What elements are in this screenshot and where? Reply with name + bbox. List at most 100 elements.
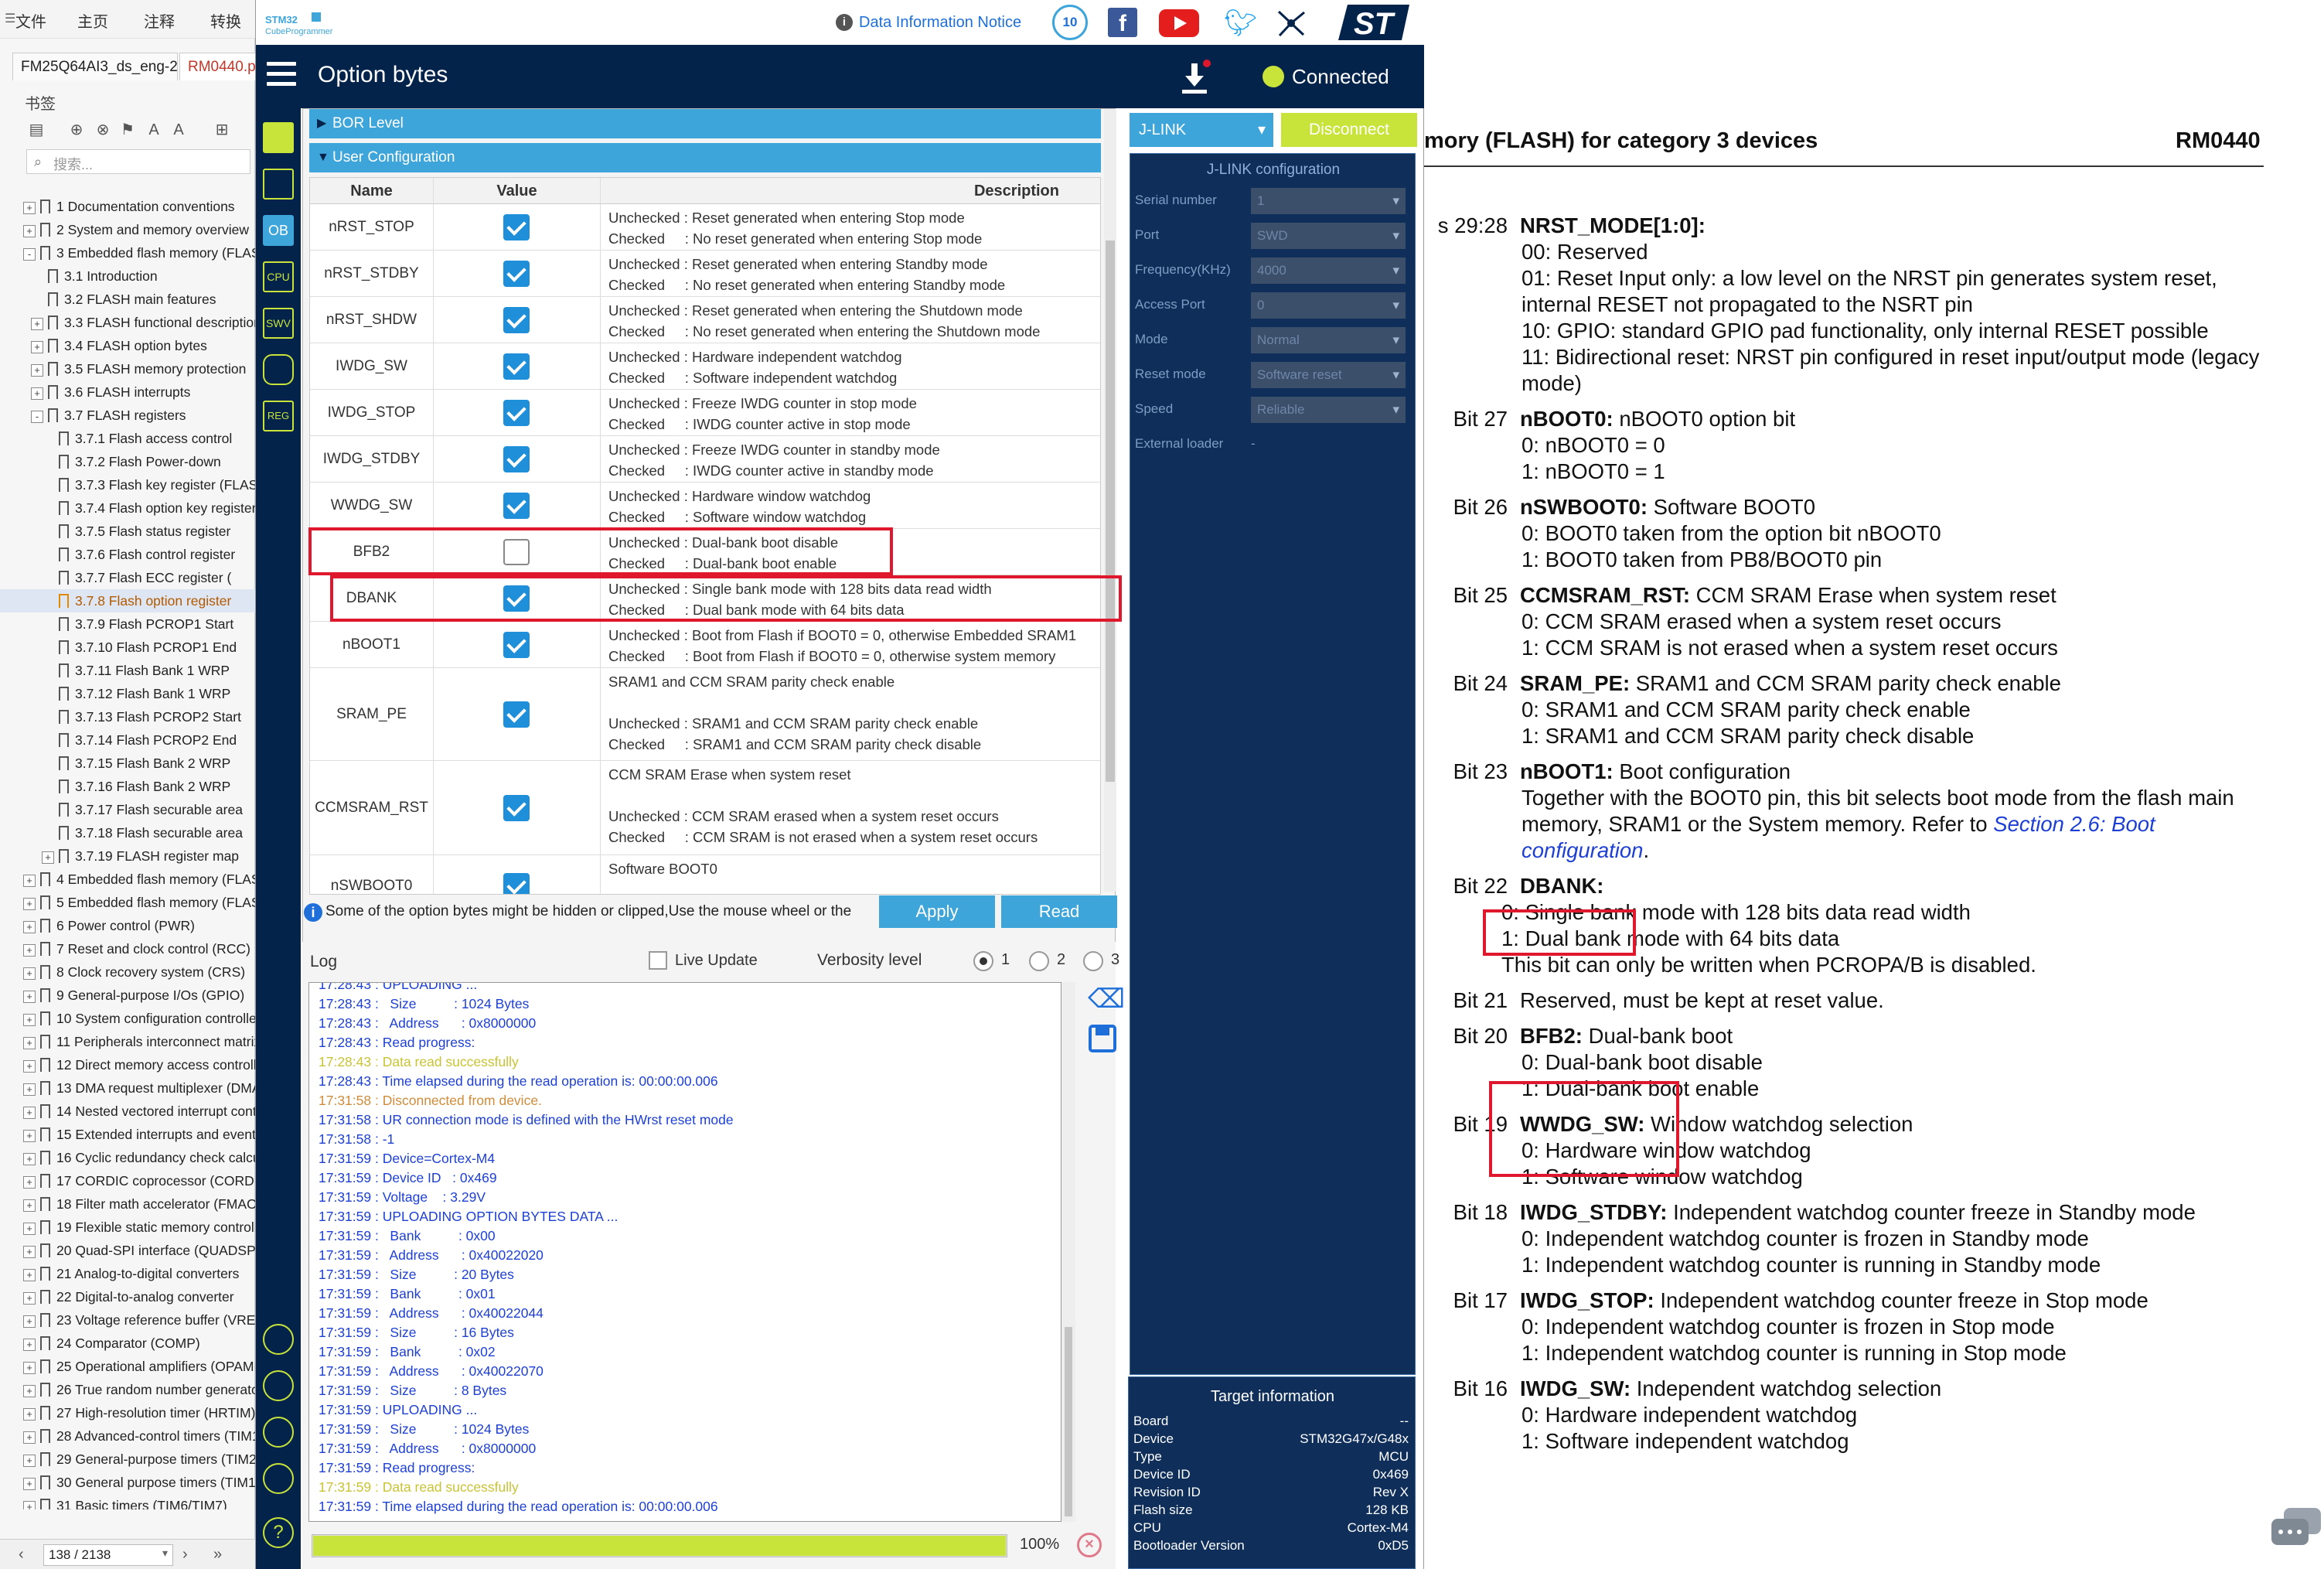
log-scrollbar[interactable]	[1061, 982, 1075, 1522]
bookmark-item[interactable]: +19 Flexible static memory controller	[0, 1216, 255, 1239]
expand-icon[interactable]: +	[31, 318, 43, 330]
expand-all-icon[interactable]: ⊞	[212, 120, 232, 140]
jlink-field-select[interactable]: 1	[1251, 188, 1406, 214]
bookmark-item[interactable]: +24 Comparator (COMP)	[0, 1332, 255, 1355]
expand-icon[interactable]: +	[23, 991, 36, 1003]
menu-home[interactable]: 主页	[77, 9, 108, 32]
list-view-icon[interactable]: ▤	[26, 120, 46, 140]
bookmark-item[interactable]: +29 General-purpose timers (TIM2)	[0, 1448, 255, 1471]
group-user-configuration[interactable]: ▼ User Configuration	[309, 143, 1101, 172]
memory-edit-icon[interactable]	[263, 122, 294, 153]
save-log-icon[interactable]	[1088, 1024, 1117, 1053]
bookmark-item[interactable]: 3.7.4 Flash option key register	[0, 496, 255, 520]
register-viewer-icon[interactable]: REG	[263, 401, 294, 431]
secure-boot-icon[interactable]	[263, 1324, 294, 1355]
bookmark-item[interactable]: +3.6 FLASH interrupts	[0, 380, 255, 404]
erase-program-icon[interactable]	[263, 169, 294, 200]
disconnect-button[interactable]: Disconnect	[1281, 113, 1417, 147]
expand-icon[interactable]: +	[23, 1223, 36, 1235]
bookmark-item[interactable]: +14 Nested vectored interrupt controller	[0, 1100, 255, 1123]
bookmark-search-input[interactable]: 搜索...	[26, 149, 250, 174]
jlink-field-select[interactable]: SWD	[1251, 223, 1406, 249]
bookmark-item[interactable]: +3.7.19 FLASH register map	[0, 844, 255, 868]
font-smaller-icon[interactable]: A	[169, 120, 189, 140]
bookmark-item[interactable]: - 3.7 FLASH registers	[0, 404, 255, 427]
option-checkbox[interactable]	[503, 400, 530, 426]
expand-icon[interactable]: +	[23, 1315, 36, 1328]
security-lock-icon[interactable]	[263, 1370, 294, 1401]
bookmark-item[interactable]: 3.2 FLASH main features	[0, 288, 255, 311]
chat-bubble-icon[interactable]	[2270, 1506, 2324, 1553]
option-checkbox[interactable]	[503, 632, 530, 658]
log-scroll-thumb[interactable]	[1065, 1327, 1072, 1516]
group-bor-level[interactable]: ▶ BOR Level	[309, 109, 1101, 138]
expand-icon[interactable]: +	[23, 921, 36, 933]
expand-icon[interactable]: +	[23, 875, 36, 887]
bookmark-item[interactable]: +7 Reset and clock control (RCC)	[0, 937, 255, 960]
bookmark-item[interactable]: 3.7.15 Flash Bank 2 WRP	[0, 752, 255, 775]
option-checkbox[interactable]	[503, 307, 530, 333]
bookmark-item[interactable]: +15 Extended interrupts and events	[0, 1123, 255, 1146]
page-number-field[interactable]: 138 / 2138 ▾	[43, 1544, 173, 1566]
bookmark-item[interactable]: +8 Clock recovery system (CRS)	[0, 960, 255, 984]
expand-icon[interactable]: +	[23, 944, 36, 957]
key-icon[interactable]	[263, 1463, 294, 1494]
option-checkbox[interactable]	[503, 873, 530, 894]
bookmark-item[interactable]: +26 True random number generator	[0, 1378, 255, 1401]
bookmark-item[interactable]: 3.7.18 Flash securable area	[0, 821, 255, 844]
bookmark-item[interactable]: 3.7.10 Flash PCROP1 End	[0, 636, 255, 659]
bookmark-item[interactable]: 3.7.2 Flash Power-down	[0, 450, 255, 473]
bookmark-item[interactable]: 3.7.14 Flash PCROP2 End	[0, 728, 255, 752]
bookmark-item[interactable]: 3.7.3 Flash key register (FLASH_KEYR)	[0, 473, 255, 496]
jlink-field-select[interactable]: 4000	[1251, 258, 1406, 284]
verbosity-radio-2[interactable]	[1029, 951, 1049, 971]
expand-icon[interactable]: +	[23, 1246, 36, 1258]
jlink-field-select[interactable]: Normal	[1251, 327, 1406, 353]
expand-icon[interactable]: +	[23, 1269, 36, 1281]
live-update-checkbox[interactable]: Live Update	[649, 951, 758, 970]
bookmark-item[interactable]: +2 System and memory overview	[0, 218, 255, 241]
expand-icon[interactable]: +	[23, 1478, 36, 1490]
el-icon[interactable]	[263, 1417, 294, 1448]
bookmark-item[interactable]: +4 Embedded flash memory (FLASH)	[0, 868, 255, 891]
bookmark-item[interactable]: +5 Embedded flash memory (FLASH)	[0, 891, 255, 914]
bookmark-item[interactable]: +20 Quad-SPI interface (QUADSPI)	[0, 1239, 255, 1262]
option-checkbox[interactable]	[503, 701, 530, 728]
section-link[interactable]: Section 2.6: Boot	[1993, 812, 2155, 836]
option-checkbox[interactable]	[503, 261, 530, 287]
bookmark-item[interactable]: +17 CORDIC coprocessor (CORDIC)	[0, 1169, 255, 1192]
expand-icon[interactable]: +	[23, 1431, 36, 1444]
expand-icon[interactable]: +	[23, 1083, 36, 1096]
swv-icon[interactable]: SWV	[263, 308, 294, 339]
expand-icon[interactable]: +	[23, 1455, 36, 1467]
option-bytes-icon[interactable]: OB	[263, 215, 294, 246]
collapse-icon[interactable]: -	[23, 248, 36, 261]
expand-icon[interactable]: +	[23, 1153, 36, 1165]
bookmark-item[interactable]: 3.7.17 Flash securable area	[0, 798, 255, 821]
expand-icon[interactable]: +	[23, 1292, 36, 1305]
menu-convert[interactable]: 转换	[210, 9, 241, 32]
jlink-field-select[interactable]: Reliable	[1251, 397, 1406, 423]
bookmark-item[interactable]: +10 System configuration controller	[0, 1007, 255, 1030]
bookmark-item[interactable]: 3.7.12 Flash Bank 1 WRP	[0, 682, 255, 705]
option-checkbox[interactable]	[503, 493, 530, 519]
bookmark-item[interactable]: 3.7.16 Flash Bank 2 WRP	[0, 775, 255, 798]
bookmark-item[interactable]: +27 High-resolution timer (HRTIM)	[0, 1401, 255, 1424]
apply-button[interactable]: Apply	[879, 895, 995, 928]
expand-icon[interactable]: +	[23, 1385, 36, 1397]
bookmark-item[interactable]: 3.7.1 Flash access control	[0, 427, 255, 450]
anniversary-badge-icon[interactable]: 10	[1052, 5, 1088, 40]
expand-icon[interactable]: +	[23, 1362, 36, 1374]
expand-icon[interactable]: +	[23, 225, 36, 237]
expand-icon[interactable]: +	[23, 1107, 36, 1119]
security-shield-icon[interactable]	[263, 354, 294, 385]
bookmark-item[interactable]: 3.7.8 Flash option register	[0, 589, 255, 612]
bookmark-item[interactable]: +13 DMA request multiplexer (DMAMUX)	[0, 1076, 255, 1100]
menu-annotate[interactable]: 注释	[144, 9, 175, 32]
expand-icon[interactable]: +	[23, 1130, 36, 1142]
bookmark-item[interactable]: +23 Voltage reference buffer (VREFBUF)	[0, 1308, 255, 1332]
verbosity-radio-3[interactable]	[1083, 951, 1103, 971]
tab-rm0440[interactable]: RM0440.p	[179, 53, 257, 80]
bookmark-item[interactable]: +3.4 FLASH option bytes	[0, 334, 255, 357]
cpu-icon[interactable]: CPU	[263, 261, 294, 292]
